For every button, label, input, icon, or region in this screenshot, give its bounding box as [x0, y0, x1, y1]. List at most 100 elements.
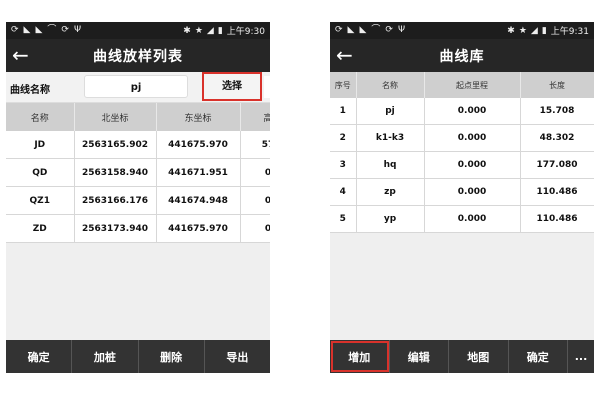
battery-icon: ▮ — [217, 25, 223, 36]
table-row[interactable]: 1 pj 0.000 15.708 — [330, 98, 594, 125]
table-cell: 0 — [240, 186, 270, 215]
curve-name-input[interactable]: pj — [84, 75, 188, 98]
table-cell: 0.000 — [424, 151, 521, 179]
bluetooth-icon: ✱ — [507, 25, 515, 36]
table-cell: 3 — [330, 151, 357, 179]
sync-icon: ⟳ — [335, 25, 343, 35]
signal-icon: ◣ — [35, 25, 43, 35]
point-table: 名称 北坐标 东坐标 高 JD 2563165.902 441675.970 5… — [6, 103, 270, 243]
title-bar: ← 曲线放样列表 — [6, 39, 270, 72]
column-header: 名称 — [6, 103, 75, 131]
table-cell: QD — [6, 158, 75, 187]
status-time: 上午9:30 — [226, 27, 265, 37]
more-button[interactable]: ... — [568, 340, 594, 373]
table-cell: 2 — [330, 124, 357, 152]
table-row[interactable]: 5 yp 0.000 110.486 — [330, 205, 594, 233]
column-header: 名称 — [356, 72, 425, 98]
wifi-icon: ⌒ — [47, 25, 57, 35]
table-cell: 4 — [330, 178, 357, 206]
table-cell: k1-k3 — [356, 124, 425, 152]
column-header: 长度 — [520, 72, 594, 98]
table-cell: pj — [356, 98, 425, 125]
table-cell: 0 — [240, 158, 270, 187]
signal-icon: ◣ — [347, 25, 355, 35]
table-cell: JD — [6, 131, 75, 159]
page-title: 曲线库 — [439, 48, 485, 65]
add-stake-button[interactable]: 加桩 — [72, 340, 139, 373]
status-bar: ⟳ ◣ ◣ ⌒ ⟳ Ψ ✱ ★ ◢ ▮ 上午9:30 — [6, 22, 270, 39]
screen-curve-library: ⟳ ◣ ◣ ⌒ ⟳ Ψ ✱ ★ ◢ ▮ 上午9:31 ← 曲线库 序号 名称 起… — [330, 22, 594, 373]
table-cell: 0.000 — [424, 205, 521, 233]
signal-icon: ◢ — [530, 25, 538, 36]
table-cell: 110.486 — [520, 205, 594, 233]
bluetooth-icon: ✱ — [183, 25, 191, 36]
curve-name-label: 曲线名称 — [10, 85, 50, 96]
table-cell: 2563165.902 — [74, 131, 157, 159]
table-cell: 441675.970 — [156, 214, 241, 243]
edit-button[interactable]: 编辑 — [390, 340, 449, 373]
table-row[interactable]: 2 k1-k3 0.000 48.302 — [330, 124, 594, 152]
table-cell: 2563166.176 — [74, 186, 157, 215]
delete-button[interactable]: 删除 — [139, 340, 205, 373]
back-arrow-icon[interactable]: ← — [12, 43, 29, 67]
table-cell: 2563173.940 — [74, 214, 157, 243]
table-row[interactable]: QD 2563158.940 441671.951 0 — [6, 158, 270, 187]
table-row[interactable]: JD 2563165.902 441675.970 57 — [6, 131, 270, 159]
table-row[interactable]: 3 hq 0.000 177.080 — [330, 151, 594, 179]
export-button[interactable]: 导出 — [205, 340, 270, 373]
table-row[interactable]: QZ1 2563166.176 441674.948 0 — [6, 186, 270, 215]
battery-icon: ▮ — [541, 25, 547, 36]
table-cell: 177.080 — [520, 151, 594, 179]
confirm-button[interactable]: 确定 — [6, 340, 73, 373]
table-cell: ZD — [6, 214, 75, 243]
table-cell: 2563158.940 — [74, 158, 157, 187]
map-button[interactable]: 地图 — [449, 340, 509, 373]
table-cell: 1 — [330, 98, 357, 125]
table-header: 序号 名称 起点里程 长度 — [330, 72, 594, 98]
table-cell: QZ1 — [6, 186, 75, 215]
star-icon: ★ — [194, 25, 203, 36]
confirm-button[interactable]: 确定 — [509, 340, 568, 373]
usb-icon: Ψ — [397, 25, 406, 35]
table-cell: zp — [356, 178, 425, 206]
curve-library-table: 序号 名称 起点里程 长度 1 pj 0.000 15.708 2 k1-k3 … — [330, 72, 594, 233]
page-title: 曲线放样列表 — [93, 48, 183, 65]
table-cell: hq — [356, 151, 425, 179]
table-cell: 0.000 — [424, 98, 521, 125]
sync-icon: ⟳ — [11, 25, 19, 35]
table-cell: 15.708 — [520, 98, 594, 125]
table-cell: 0 — [240, 214, 270, 243]
back-arrow-icon[interactable]: ← — [336, 43, 353, 67]
table-cell: 57 — [240, 131, 270, 159]
sync-icon: ⟳ — [385, 25, 393, 35]
status-bar: ⟳ ◣ ◣ ⌒ ⟳ Ψ ✱ ★ ◢ ▮ 上午9:31 — [330, 22, 594, 39]
table-cell: 0.000 — [424, 178, 521, 206]
curve-name-row: 曲线名称 pj 选择 — [6, 72, 270, 103]
table-row[interactable]: 4 zp 0.000 110.486 — [330, 178, 594, 206]
signal-icon: ◣ — [359, 25, 367, 35]
title-bar: ← 曲线库 — [330, 39, 594, 72]
input-edge — [264, 76, 270, 98]
table-cell: 110.486 — [520, 178, 594, 206]
table-cell: 5 — [330, 205, 357, 233]
bottom-toolbar: 增加 编辑 地图 确定 ... — [330, 340, 594, 373]
screen-curve-stakeout-list: ⟳ ◣ ◣ ⌒ ⟳ Ψ ✱ ★ ◢ ▮ 上午9:30 ← 曲线放样列表 曲线名称… — [6, 22, 270, 373]
table-cell: 441675.970 — [156, 131, 241, 159]
select-button[interactable]: 选择 — [202, 72, 262, 101]
column-header: 北坐标 — [74, 103, 157, 131]
table-cell: 441674.948 — [156, 186, 241, 215]
table-cell: 441671.951 — [156, 158, 241, 187]
column-header: 高 — [240, 103, 270, 131]
signal-icon: ◣ — [23, 25, 31, 35]
bottom-toolbar: 确定 加桩 删除 导出 — [6, 340, 270, 373]
status-time: 上午9:31 — [550, 27, 589, 37]
table-cell: yp — [356, 205, 425, 233]
column-header: 序号 — [330, 72, 357, 98]
table-row[interactable]: ZD 2563173.940 441675.970 0 — [6, 214, 270, 243]
usb-icon: Ψ — [73, 25, 82, 35]
table-header: 名称 北坐标 东坐标 高 — [6, 103, 270, 131]
star-icon: ★ — [518, 25, 527, 36]
wifi-icon: ⌒ — [371, 25, 381, 35]
add-button[interactable]: 增加 — [330, 340, 390, 373]
sync-icon: ⟳ — [61, 25, 69, 35]
